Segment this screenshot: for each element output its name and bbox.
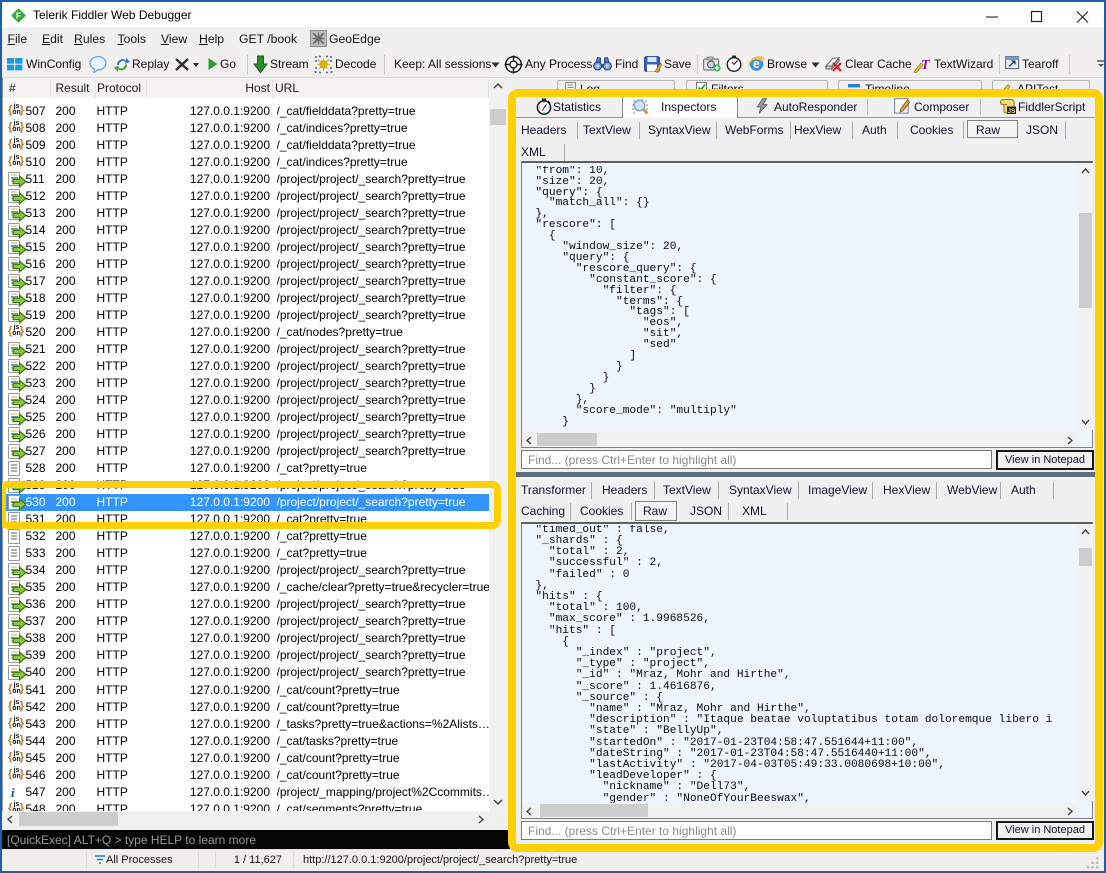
svg-text:T: T bbox=[921, 58, 930, 73]
svg-text:F: F bbox=[16, 11, 21, 21]
